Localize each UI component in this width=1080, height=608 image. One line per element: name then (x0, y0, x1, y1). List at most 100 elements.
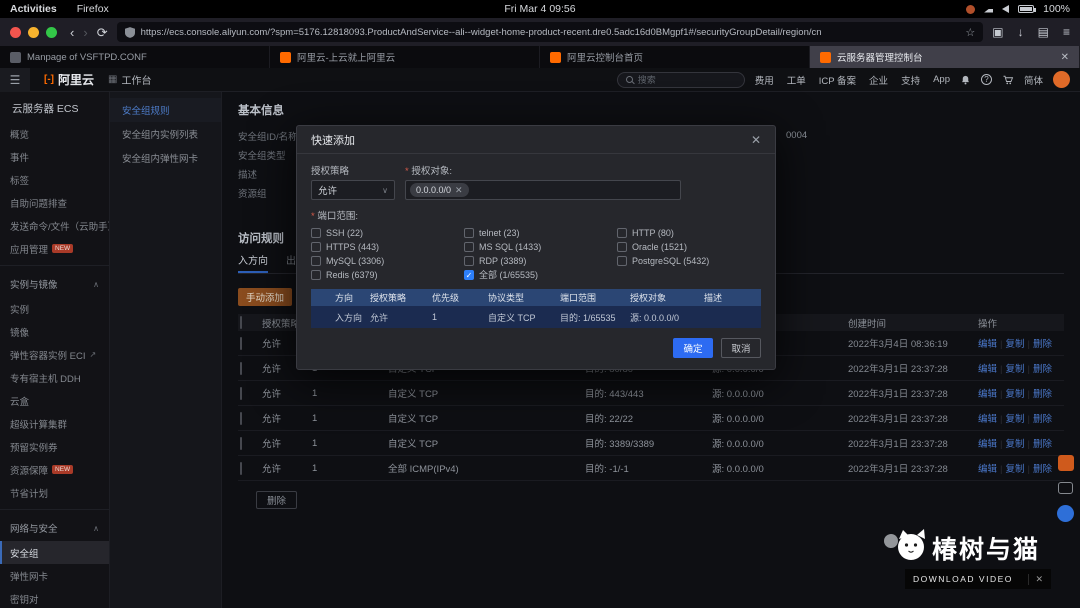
reader-mode-icon[interactable]: ▣ (992, 25, 1003, 39)
browser-tab-ecs-console[interactable]: 云服务器管理控制台 ✕ (810, 46, 1080, 68)
sidebar-group-instances[interactable]: 实例与镜像 ∧ (0, 271, 109, 297)
window-close-button[interactable] (10, 26, 21, 38)
avatar[interactable] (1053, 71, 1070, 88)
download-bar-close-icon[interactable]: ✕ (1028, 573, 1043, 585)
port-checkbox-https[interactable]: HTTPS (443) (311, 241, 464, 252)
feedback-chat-icon[interactable] (1058, 482, 1073, 494)
delete-link[interactable]: 删除 (1033, 339, 1052, 350)
global-search-input[interactable]: 搜索 (616, 71, 745, 88)
sidebar-item-images[interactable]: 镜像 (0, 320, 109, 343)
copy-link[interactable]: 复制 (1005, 414, 1024, 425)
sidebar-item-cloud-assistant[interactable]: 发送命令/文件（云助手） (0, 214, 109, 237)
aliyun-logo[interactable]: [-] 阿里云 (40, 71, 98, 88)
clock[interactable]: Fri Mar 4 09:56 (504, 3, 575, 15)
url-bar[interactable]: https://ecs.console.aliyun.com/?spm=5176… (116, 22, 984, 42)
delete-link[interactable]: 删除 (1033, 414, 1052, 425)
sidebar-item-scc[interactable]: 超级计算集群 (0, 412, 109, 435)
bookmark-star-icon[interactable]: ☆ (965, 26, 975, 39)
cart-icon[interactable] (1002, 74, 1014, 86)
port-checkbox-ssh[interactable]: SSH (22) (311, 227, 464, 238)
subnav-item-rules[interactable]: 安全组规则 (110, 98, 221, 122)
copy-link[interactable]: 复制 (1005, 364, 1024, 375)
port-checkbox-oracle[interactable]: Oracle (1521) (617, 241, 761, 252)
sidebar-item-events[interactable]: 事件 (0, 145, 109, 168)
port-checkbox-mysql[interactable]: MySQL (3306) (311, 255, 464, 266)
sidebar-item-app-management[interactable]: 应用管理 NEW (0, 237, 109, 260)
shield-icon[interactable] (124, 26, 135, 38)
row-checkbox[interactable] (240, 386, 242, 400)
edit-link[interactable]: 编辑 (978, 464, 997, 475)
row-checkbox[interactable] (240, 461, 242, 475)
window-minimize-button[interactable] (28, 26, 39, 38)
sidebar-item-enis[interactable]: 弹性网卡 (0, 564, 109, 587)
delete-link[interactable]: 删除 (1033, 389, 1052, 400)
subnav-item-enis[interactable]: 安全组内弹性网卡 (110, 146, 221, 170)
port-checkbox-postgresql[interactable]: PostgreSQL (5432) (617, 255, 761, 266)
download-icon[interactable]: ↓ (1018, 25, 1024, 39)
sidebar-item-savings-plan[interactable]: 节省计划 (0, 481, 109, 504)
back-button[interactable]: ‹ (70, 26, 74, 39)
confirm-button[interactable]: 确定 (673, 338, 713, 358)
sidebar-item-troubleshoot[interactable]: 自助问题排查 (0, 191, 109, 214)
sidebar-group-network-security[interactable]: 网络与安全 ∧ (0, 515, 109, 541)
edit-link[interactable]: 编辑 (978, 414, 997, 425)
sidebar-item-resource-guarantee[interactable]: 资源保障 NEW (0, 458, 109, 481)
help-icon[interactable]: ? (980, 74, 992, 85)
manual-add-button[interactable]: 手动添加 (238, 288, 293, 306)
copy-link[interactable]: 复制 (1005, 389, 1024, 400)
activities-button[interactable]: Activities (10, 3, 57, 15)
sidebar-item-security-groups[interactable]: 安全组 (0, 541, 109, 564)
sidebar-item-ddh[interactable]: 专有宿主机 DDH (0, 366, 109, 389)
sidebar-item-cloudbox[interactable]: 云盒 (0, 389, 109, 412)
tab-close-icon[interactable]: ✕ (1061, 52, 1069, 63)
row-checkbox[interactable] (240, 436, 242, 450)
window-maximize-button[interactable] (46, 26, 57, 38)
nav-tickets[interactable]: 工单 (787, 73, 806, 87)
port-checkbox-redis[interactable]: Redis (6379) (311, 269, 464, 280)
cancel-button[interactable]: 取消 (721, 338, 761, 358)
port-checkbox-all[interactable]: ✓ 全部 (1/65535) (464, 269, 617, 280)
target-input[interactable]: 0.0.0.0/0 ✕ (405, 180, 681, 200)
products-menu-button[interactable]: ☰ (0, 67, 30, 92)
forward-button[interactable]: › (83, 26, 87, 39)
sidebar-item-overview[interactable]: 概览 (0, 122, 109, 145)
bell-icon[interactable] (960, 74, 971, 86)
chip-remove-icon[interactable]: ✕ (455, 185, 463, 196)
sidebar-item-instances[interactable]: 实例 (0, 297, 109, 320)
delete-link[interactable]: 删除 (1033, 439, 1052, 450)
modal-close-icon[interactable]: ✕ (751, 133, 761, 147)
tab-inbound[interactable]: 入方向 (238, 252, 268, 273)
bulk-delete-button[interactable]: 删除 (256, 491, 298, 509)
copy-link[interactable]: 复制 (1005, 464, 1024, 475)
nav-enterprise[interactable]: 企业 (869, 73, 888, 87)
sidebar-toggle-icon[interactable]: ▤ (1038, 25, 1049, 39)
port-checkbox-rdp[interactable]: RDP (3389) (464, 255, 617, 266)
nav-support[interactable]: 支持 (901, 73, 920, 87)
row-checkbox[interactable] (240, 411, 242, 425)
delete-link[interactable]: 删除 (1033, 364, 1052, 375)
nav-icp[interactable]: ICP 备案 (819, 73, 856, 87)
port-checkbox-telnet[interactable]: telnet (23) (464, 227, 617, 238)
browser-tab-aliyun-home[interactable]: 阿里云-上云就上阿里云 (270, 46, 540, 68)
select-all-checkbox[interactable] (240, 316, 242, 329)
edit-link[interactable]: 编辑 (978, 339, 997, 350)
copy-link[interactable]: 复制 (1005, 339, 1024, 350)
subnav-item-instances[interactable]: 安全组内实例列表 (110, 122, 221, 146)
language-switch[interactable]: 简体 (1024, 73, 1043, 87)
sidebar-item-reserved-instances[interactable]: 预留实例券 (0, 435, 109, 458)
port-checkbox-mssql[interactable]: MS SQL (1433) (464, 241, 617, 252)
copy-link[interactable]: 复制 (1005, 439, 1024, 450)
sidebar-item-tags[interactable]: 标签 (0, 168, 109, 191)
refresh-button[interactable]: ⟳ (97, 26, 108, 39)
port-checkbox-http[interactable]: HTTP (80) (617, 227, 761, 238)
workbench-link[interactable]: ▦ 工作台 (108, 72, 151, 87)
nav-app[interactable]: App (933, 74, 950, 85)
menu-icon[interactable]: ≡ (1063, 25, 1070, 39)
sidebar-item-eci[interactable]: 弹性容器实例 ECI ↗ (0, 343, 109, 366)
download-video-bar[interactable]: DOWNLOAD VIDEO ✕ (905, 569, 1051, 589)
edit-link[interactable]: 编辑 (978, 364, 997, 375)
sidebar-item-key-pairs[interactable]: 密钥对 (0, 587, 109, 608)
browser-tab-manpage[interactable]: Manpage of VSFTPD.CONF (0, 46, 270, 68)
browser-tab-console-home[interactable]: 阿里云控制台首页 (540, 46, 810, 68)
promo-float-icon[interactable] (1057, 455, 1074, 471)
